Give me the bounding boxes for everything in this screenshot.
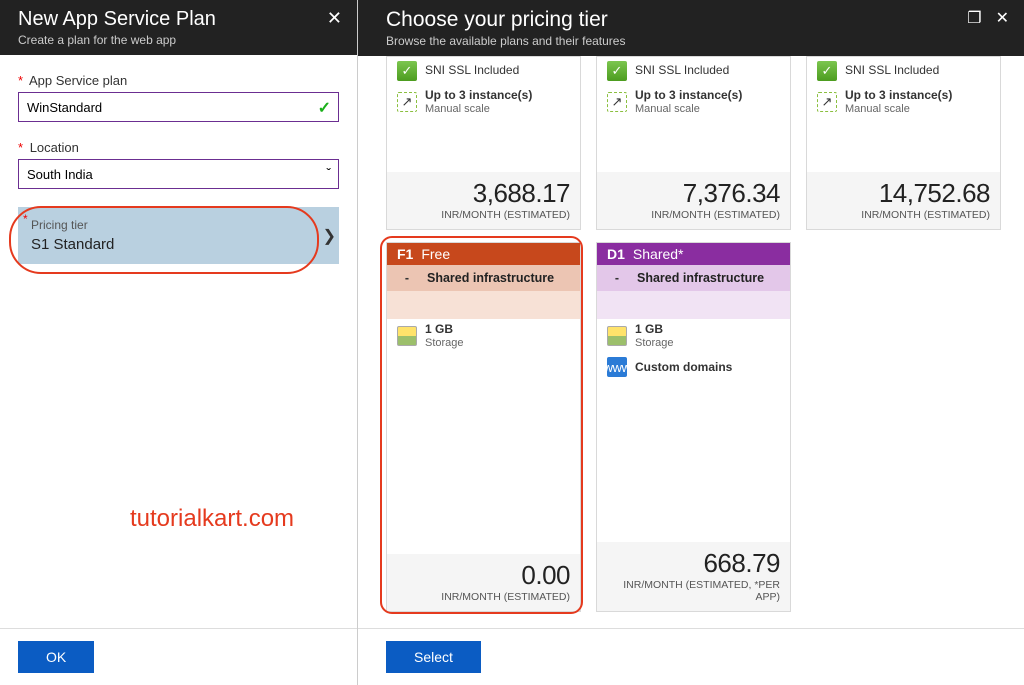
dash-icon: - [397, 271, 417, 285]
maximize-icon[interactable]: ❐ [967, 8, 981, 28]
right-body: ✓SNI SSL Included ↗Up to 3 instance(s)Ma… [358, 56, 1024, 628]
required-asterisk: * [23, 212, 28, 226]
price-block: 7,376.34 INR/MONTH (ESTIMATED) [597, 172, 790, 229]
pricing-tier-card[interactable]: ✓SNI SSL Included ↗Up to 3 instance(s)Ma… [806, 56, 1001, 230]
price-block: 14,752.68 INR/MONTH (ESTIMATED) [807, 172, 1000, 229]
price-value: 7,376.34 [607, 178, 780, 209]
pricing-tier-card[interactable]: ✓SNI SSL Included ↗Up to 3 instance(s)Ma… [596, 56, 791, 230]
left-footer: OK [0, 628, 357, 685]
right-panel: Choose your pricing tier Browse the avai… [358, 0, 1024, 685]
right-title: Choose your pricing tier [386, 8, 625, 32]
tier-header: F1 Free [387, 243, 580, 265]
pricing-tier-card[interactable]: ✓SNI SSL Included ↗Up to 3 instance(s)Ma… [386, 56, 581, 230]
right-footer: Select [358, 628, 1024, 685]
price-sub: INR/MONTH (ESTIMATED) [607, 209, 780, 221]
shield-icon: ✓ [607, 61, 627, 81]
required-asterisk: * [18, 140, 23, 155]
pricing-tier-value: S1 Standard [31, 236, 326, 253]
pricing-tier-label: Pricing tier [31, 218, 326, 232]
storage-icon [397, 326, 417, 346]
right-header: Choose your pricing tier Browse the avai… [358, 0, 1024, 56]
scale-icon: ↗ [817, 92, 837, 112]
right-subtitle: Browse the available plans and their fea… [386, 34, 625, 48]
scale-icon: ↗ [397, 92, 417, 112]
price-value: 668.79 [607, 548, 780, 579]
left-header: New App Service Plan Create a plan for t… [0, 0, 357, 55]
location-label: * Location [18, 140, 339, 155]
price-value: 0.00 [397, 560, 570, 591]
price-sub: INR/MONTH (ESTIMATED) [817, 209, 990, 221]
bottom-tier-row: F1 Free - Shared infrastructure 1 GBStor… [386, 242, 1004, 612]
globe-icon: www [607, 357, 627, 377]
pricing-tier-item[interactable]: * Pricing tier S1 Standard ❯ [18, 207, 339, 264]
price-block: 0.00 INR/MONTH (ESTIMATED) [387, 554, 580, 611]
left-body: * App Service plan ✓ * Location South In… [0, 55, 357, 628]
price-sub: INR/MONTH (ESTIMATED, *PER APP) [607, 579, 780, 603]
price-value: 14,752.68 [817, 178, 990, 209]
scale-icon: ↗ [607, 92, 627, 112]
select-button[interactable]: Select [386, 641, 481, 673]
shield-icon: ✓ [817, 61, 837, 81]
price-sub: INR/MONTH (ESTIMATED) [397, 209, 570, 221]
price-block: 3,688.17 INR/MONTH (ESTIMATED) [387, 172, 580, 229]
close-icon[interactable]: ✕ [327, 8, 342, 29]
shield-icon: ✓ [397, 61, 417, 81]
close-icon[interactable]: ✕ [996, 8, 1009, 28]
left-title: New App Service Plan [18, 8, 216, 31]
pricing-tier-free[interactable]: F1 Free - Shared infrastructure 1 GBStor… [386, 242, 581, 612]
plan-label: * App Service plan [18, 73, 339, 88]
pricing-tier-shared[interactable]: D1 Shared* - Shared infrastructure 1 GBS… [596, 242, 791, 612]
left-subtitle: Create a plan for the web app [18, 33, 216, 47]
location-select[interactable]: South India [18, 159, 339, 189]
app-service-plan-input[interactable] [18, 92, 339, 122]
ok-button[interactable]: OK [18, 641, 94, 673]
tier-header: D1 Shared* [597, 243, 790, 265]
storage-icon [607, 326, 627, 346]
top-tier-row: ✓SNI SSL Included ↗Up to 3 instance(s)Ma… [386, 56, 1004, 230]
left-panel: New App Service Plan Create a plan for t… [0, 0, 358, 685]
chevron-right-icon: ❯ [323, 226, 336, 246]
watermark: tutorialkart.com [130, 505, 294, 533]
price-sub: INR/MONTH (ESTIMATED) [397, 591, 570, 603]
price-value: 3,688.17 [397, 178, 570, 209]
dash-icon: - [607, 271, 627, 285]
required-asterisk: * [18, 73, 23, 88]
price-block: 668.79 INR/MONTH (ESTIMATED, *PER APP) [597, 542, 790, 611]
check-icon: ✓ [318, 98, 331, 118]
